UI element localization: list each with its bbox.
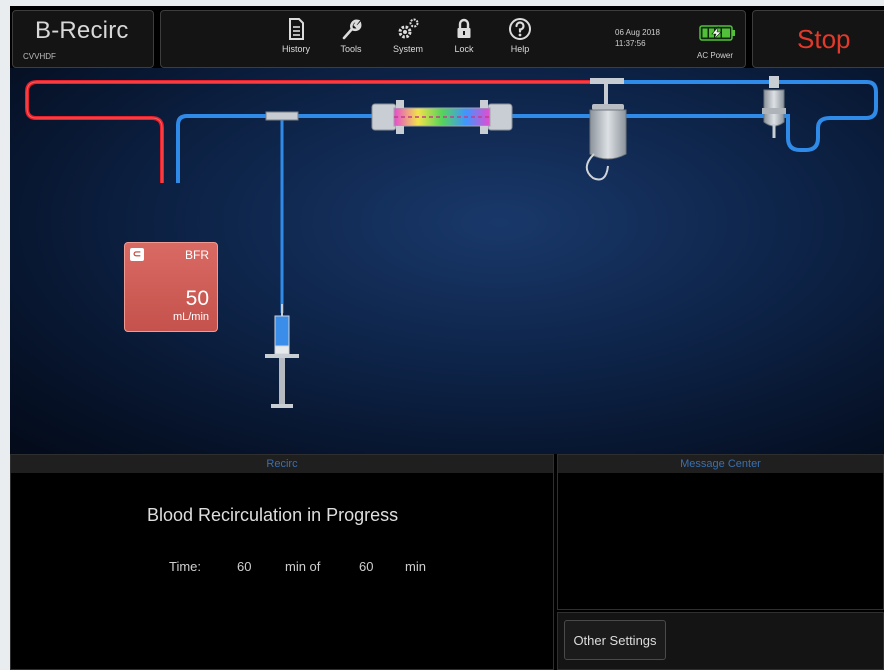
lock-icon [457,18,471,38]
total-time-unit: min [405,559,426,574]
help-button[interactable]: Help [495,17,545,54]
time-label: Time: [169,559,202,574]
elapsed-time-value: 60 [237,559,252,574]
pump-rate-unit: mL/min [172,311,209,323]
blood-pump[interactable]: ⊂ BFR 50 mL/min [124,242,218,332]
pump-name: BFR [185,248,209,262]
lock-button[interactable]: Lock [439,17,489,54]
history-icon [289,18,304,40]
recirc-panel: Recirc Blood Recirculation in Progress T… [10,454,554,670]
gears-icon [398,18,419,39]
recirc-panel-title: Recirc [11,455,553,473]
message-center-panel: Message Center [557,454,884,610]
mode-title: B-Recirc [35,17,129,44]
other-settings-panel: Other Settings [557,612,884,670]
date-time: 06 Aug 2018 11:37:56 [615,27,660,49]
pump-icon: ⊂ [130,248,144,261]
wrench-icon [342,19,362,40]
system-label: System [392,44,423,54]
message-center-title: Message Center [558,455,883,473]
current-date: 06 Aug 2018 [615,28,660,37]
t-connector [265,111,299,121]
lock-label: Lock [454,44,474,54]
tools-button[interactable]: Tools [326,17,376,54]
mode-indicator: B-Recirc CVVHDF [12,10,154,68]
elapsed-time-unit: min of [285,559,321,574]
device-screen: B-Recirc CVVHDF History Tools System Loc… [10,6,884,670]
history-label: History [281,44,310,54]
therapy-type: CVVHDF [23,52,56,61]
total-time-value: 60 [359,559,374,574]
history-button[interactable]: History [271,17,321,54]
syringe-icon [265,304,299,408]
current-time: 11:37:56 [615,39,646,48]
battery-charging-icon [699,25,737,46]
system-button[interactable]: System [383,17,433,54]
bag-icon [585,78,627,181]
circuit-diagram: ⊂ BFR 50 mL/min [10,68,884,454]
pump-rate-value: 50 [185,287,209,310]
arterial-line [25,80,605,183]
tools-label: Tools [340,44,362,54]
air-detector-icon [762,76,786,138]
help-icon [509,18,531,40]
power-source-label: AC Power [697,51,734,60]
header-menu-bar: History Tools System Lock Help 06 Aug 20… [160,10,746,68]
stop-label: Stop [797,24,851,54]
recirc-status-text: Blood Recirculation in Progress [147,505,399,525]
filter-icon [371,100,513,134]
help-label: Help [510,44,530,54]
stop-button[interactable]: Stop [752,10,884,68]
other-settings-button[interactable]: Other Settings [564,620,666,660]
